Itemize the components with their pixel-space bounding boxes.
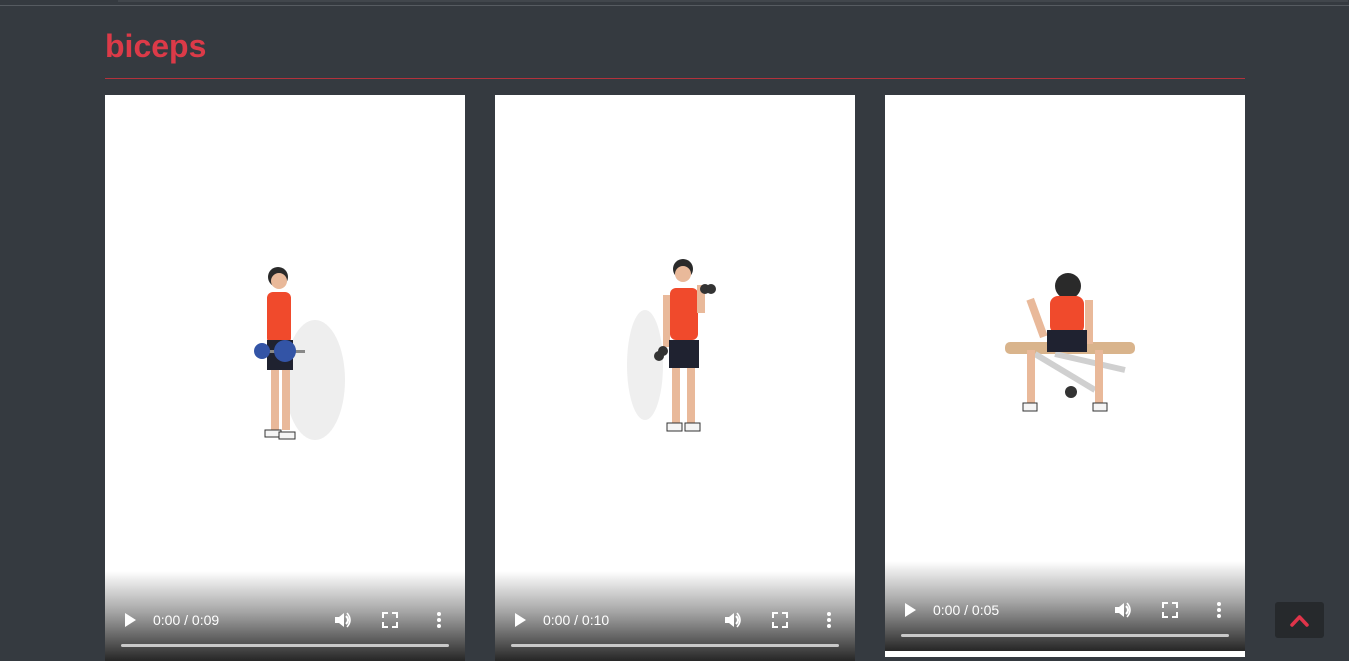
section-title: biceps [105,28,207,64]
chevron-up-icon [1290,615,1309,627]
video-progress-bar[interactable] [901,634,1229,637]
video-card[interactable]: 0:00 / 0:09 [105,95,465,661]
video-card[interactable]: 0:00 / 0:10 [495,95,855,661]
back-to-top-button[interactable] [1275,602,1324,638]
volume-icon[interactable] [333,611,353,629]
play-icon[interactable] [511,611,529,629]
play-icon[interactable] [901,601,919,619]
volume-icon[interactable] [1113,601,1133,619]
video-controls: 0:00 / 0:10 [495,571,855,661]
card-footer-strip [885,651,1245,657]
video-time: 0:00 / 0:09 [153,612,220,628]
top-divider-segment [118,0,1348,2]
volume-icon[interactable] [723,611,743,629]
fullscreen-icon[interactable] [771,611,789,629]
section-rule [105,78,1245,79]
top-divider [0,5,1349,6]
video-progress-bar[interactable] [511,644,839,647]
fullscreen-icon[interactable] [1161,601,1179,619]
video-controls: 0:00 / 0:05 [885,561,1245,651]
more-options-icon[interactable] [429,611,449,629]
video-time: 0:00 / 0:10 [543,612,610,628]
fullscreen-icon[interactable] [381,611,399,629]
video-time: 0:00 / 0:05 [933,602,1000,618]
video-card[interactable]: 0:00 / 0:05 [885,95,1245,657]
exercise-figure [1005,273,1135,412]
exercise-figure [254,267,345,440]
more-options-icon[interactable] [1209,601,1229,619]
video-progress-bar[interactable] [121,644,449,647]
video-controls: 0:00 / 0:09 [105,571,465,661]
play-icon[interactable] [121,611,139,629]
more-options-icon[interactable] [819,611,839,629]
exercise-figure [627,259,716,432]
